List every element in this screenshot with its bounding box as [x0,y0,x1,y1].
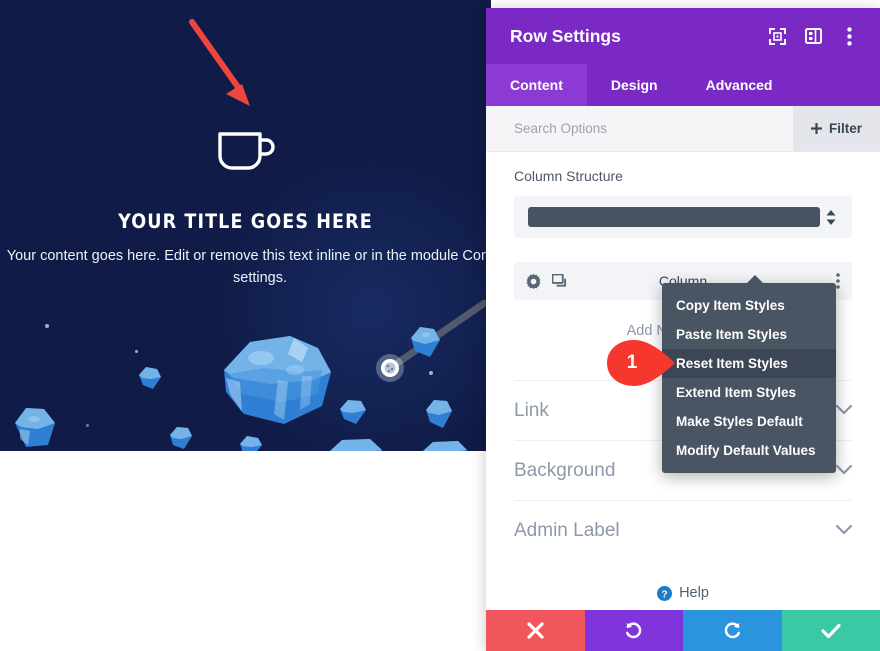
ice-rock-small [139,367,161,389]
menu-item-copy-item-styles[interactable]: Copy Item Styles [662,291,836,320]
save-button[interactable] [781,610,880,651]
hero-title: YOUR TITLE GOES HERE [118,210,373,233]
kebab-menu-icon[interactable] [834,21,864,51]
check-icon [821,623,841,638]
focus-view-icon[interactable] [762,21,792,51]
panel-title: Row Settings [510,25,621,46]
toggle-admin-label-label: Admin Label [514,519,620,541]
menu-item-reset-item-styles[interactable]: Reset Item Styles [662,349,836,378]
screenshot-root: YOUR TITLE GOES HERE Your content goes h… [0,0,880,651]
panel-tabs: Content Design Advanced [486,64,880,106]
help-row[interactable]: ? Help [486,576,880,610]
website-preview: YOUR TITLE GOES HERE Your content goes h… [0,0,491,451]
chevron-down-icon [835,522,853,540]
ice-rock-small [411,327,440,357]
item-styles-context-menu: Copy Item Styles Paste Item Styles Reset… [662,275,836,473]
ice-rock-small [15,408,55,447]
panel-bottom-actions [486,610,880,651]
search-input[interactable] [486,121,793,136]
tab-content[interactable]: Content [486,64,587,106]
x-icon [527,622,544,639]
chevron-down-icon [835,462,853,480]
coffee-cup-icon [217,132,275,170]
context-menu-caret [746,275,764,284]
filter-button[interactable]: Filter [792,106,880,151]
ice-rock-small [330,439,382,451]
step-callout-1: 1 [605,340,677,386]
duplicate-icon[interactable] [552,273,567,289]
column-structure-section: Column Structure [486,152,880,238]
redo-button[interactable] [683,610,782,651]
cancel-button[interactable] [486,610,585,651]
search-bar: Filter [486,106,880,152]
toggle-admin-label[interactable]: Admin Label [514,500,853,560]
menu-item-paste-item-styles[interactable]: Paste Item Styles [662,320,836,349]
plus-icon [810,123,822,134]
callout-number: 1 [626,352,638,373]
hero-body-text: Your content goes here. Edit or remove t… [6,248,491,287]
star-dot [135,350,138,353]
undo-button[interactable] [584,610,683,651]
help-question-icon: ? [657,585,673,601]
menu-item-extend-item-styles[interactable]: Extend Item Styles [662,378,836,407]
layout-panel-icon[interactable] [798,21,828,51]
column-structure-label: Column Structure [514,168,623,184]
column-item-menu-icon[interactable] [836,273,840,289]
ice-rock-large [224,336,331,424]
ice-rock-small [240,436,262,451]
menu-item-modify-default-values[interactable]: Modify Default Values [662,436,836,465]
gear-icon[interactable] [526,273,541,289]
svg-text:?: ? [661,589,667,600]
annotation-arrow-icon [189,19,250,106]
redo-arrow-icon [724,622,740,639]
ice-rock-small [170,427,192,449]
ice-rock-small [340,400,366,424]
tab-advanced[interactable]: Advanced [682,64,797,106]
select-arrows-icon [820,209,842,225]
help-label: Help [679,585,709,601]
star-dot [45,324,49,328]
chevron-down-icon [835,402,853,420]
star-dot [86,424,89,427]
ice-rock-small [423,441,467,451]
tab-design[interactable]: Design [587,64,682,106]
ice-rock-small [426,400,452,428]
hero-section: YOUR TITLE GOES HERE Your content goes h… [0,128,491,289]
undo-arrow-icon [626,622,642,639]
column-structure-value [528,207,820,227]
column-structure-select[interactable] [514,196,852,238]
panel-header: Row Settings [486,8,880,64]
menu-item-make-styles-default[interactable]: Make Styles Default [662,407,836,436]
filter-button-label: Filter [828,121,862,136]
